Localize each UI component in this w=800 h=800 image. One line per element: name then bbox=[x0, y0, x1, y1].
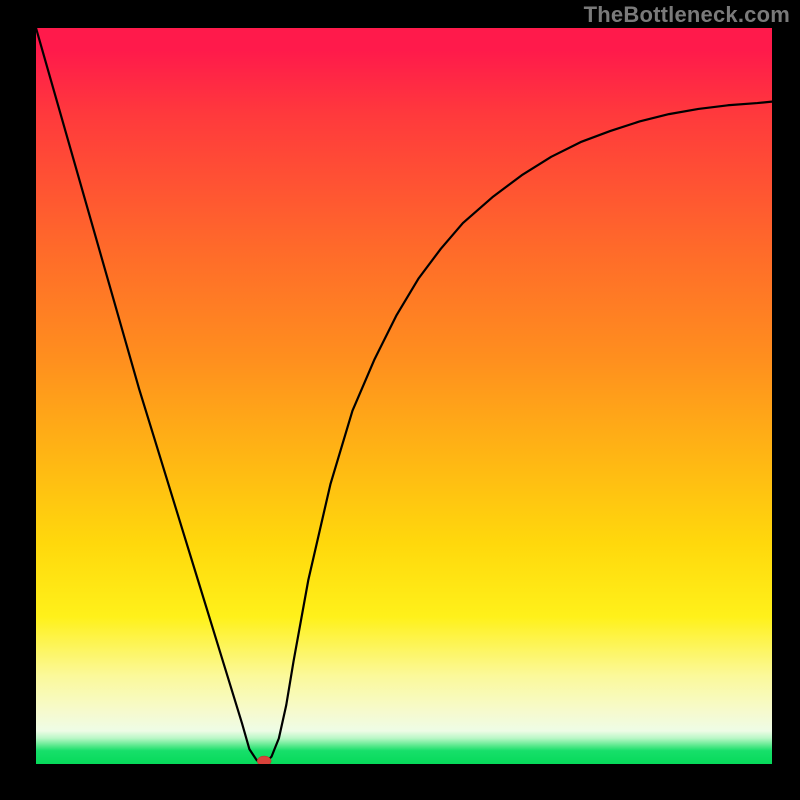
chart-frame: TheBottleneck.com bbox=[0, 0, 800, 800]
minimum-marker bbox=[257, 756, 271, 764]
watermark-text: TheBottleneck.com bbox=[584, 2, 790, 28]
curve-layer bbox=[36, 28, 772, 764]
plot-area bbox=[36, 28, 772, 764]
bottleneck-curve bbox=[36, 28, 772, 764]
